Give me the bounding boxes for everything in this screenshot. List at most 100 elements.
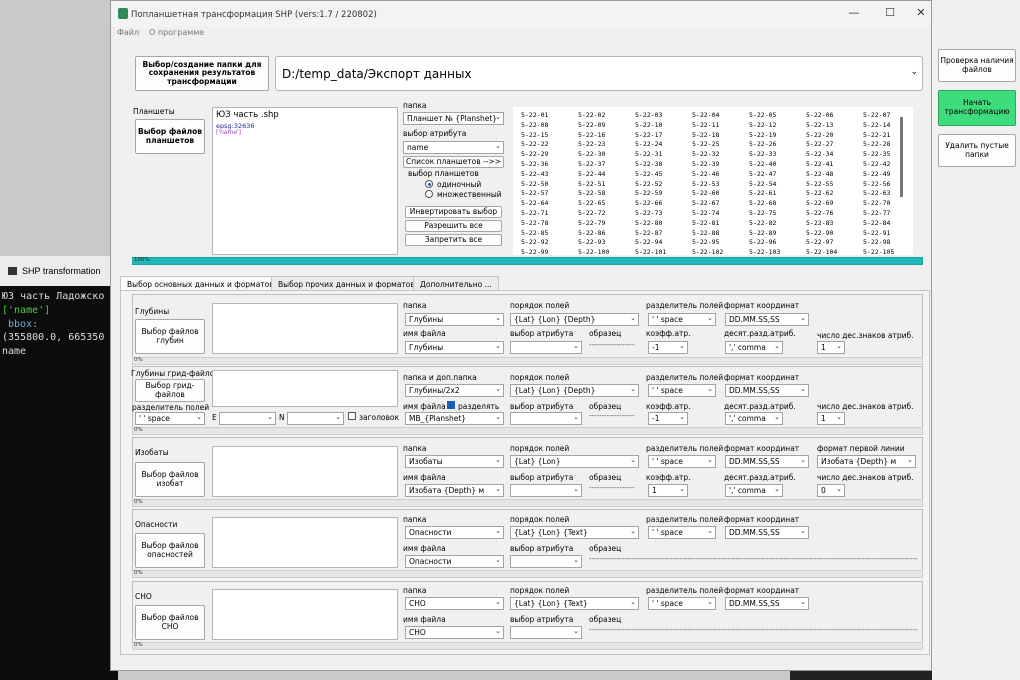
sno-folder-select[interactable]: СНО ⌄	[405, 597, 504, 610]
radio-single[interactable]	[425, 180, 433, 188]
sheet-cell[interactable]: 5-22-72	[578, 209, 605, 217]
isobath-digits-select[interactable]: 0 ⌄	[817, 484, 845, 497]
sheet-cell[interactable]: 5-22-10	[635, 121, 662, 129]
grid-coord-select[interactable]: DD.MM.SS,SS ⌄	[725, 384, 809, 397]
sheet-cell[interactable]: 5-22-73	[635, 209, 662, 217]
sheet-cell[interactable]: 5-22-103	[749, 248, 780, 255]
sheet-cell[interactable]: 5-22-71	[521, 209, 548, 217]
sheet-cell[interactable]: 5-22-35	[863, 150, 890, 158]
sheet-cell[interactable]: 5-22-92	[521, 238, 548, 246]
sheet-cell[interactable]: 5-22-94	[635, 238, 662, 246]
sheet-cell[interactable]: 5-22-03	[635, 111, 662, 119]
sheet-cell[interactable]: 5-22-84	[863, 219, 890, 227]
sheet-cell[interactable]: 5-22-75	[749, 209, 776, 217]
hazard-file-select[interactable]: Опасности ⌄	[405, 555, 504, 568]
sheet-cell[interactable]: 5-22-61	[749, 189, 776, 197]
isobath-attr-select[interactable]: ⌄	[510, 484, 582, 497]
isobath-files-list[interactable]	[212, 446, 398, 497]
sheet-cell[interactable]: 5-22-86	[578, 229, 605, 237]
sheet-cell[interactable]: 5-22-36	[521, 160, 548, 168]
sheet-cell[interactable]: 5-22-29	[521, 150, 548, 158]
isobath-coord-select[interactable]: DD.MM.SS,SS ⌄	[725, 455, 809, 468]
tab-other-data[interactable]: Выбор прочих данных и форматов	[271, 276, 422, 291]
sheet-cell[interactable]: 5-22-43	[521, 170, 548, 178]
depth-folder-select[interactable]: Глубины ⌄	[405, 313, 504, 326]
close-button[interactable]: ✕	[912, 6, 930, 22]
select-sheet-files-button[interactable]: Выбор файлов планшетов	[135, 119, 205, 154]
sno-sep-select[interactable]: ' ' space ⌄	[648, 597, 716, 610]
split-checkbox[interactable]	[447, 401, 455, 409]
sheet-cell[interactable]: 5-22-54	[749, 180, 776, 188]
sheet-cell[interactable]: 5-22-46	[692, 170, 719, 178]
sheet-cell[interactable]: 5-22-37	[578, 160, 605, 168]
sheet-cell[interactable]: 5-22-02	[578, 111, 605, 119]
sheet-list-button[interactable]: Список планшетов -->>	[403, 156, 504, 168]
sno-order-select[interactable]: {Lat} {Lon} {Text} ⌄	[510, 597, 639, 610]
sheet-cell[interactable]: 5-22-14	[863, 121, 890, 129]
sheet-cell[interactable]: 5-22-13	[806, 121, 833, 129]
sheet-cell[interactable]: 5-22-06	[806, 111, 833, 119]
sheet-cell[interactable]: 5-22-21	[863, 131, 890, 139]
sheet-cell[interactable]: 5-22-99	[521, 248, 548, 255]
isobath-sep-select[interactable]: ' ' space ⌄	[648, 455, 716, 468]
sheet-cell[interactable]: 5-22-62	[806, 189, 833, 197]
select-isobath-files-button[interactable]: Выбор файлов изобат	[135, 462, 205, 497]
sheet-cell[interactable]: 5-22-98	[863, 238, 890, 246]
sheet-cell[interactable]: 5-22-95	[692, 238, 719, 246]
sheet-cell[interactable]: 5-22-48	[806, 170, 833, 178]
menu-file[interactable]: Файл	[117, 28, 139, 37]
sheet-cell[interactable]: 5-22-96	[749, 238, 776, 246]
sno-files-list[interactable]	[212, 589, 398, 640]
sheet-cell[interactable]: 5-22-65	[578, 199, 605, 207]
grid-n-select[interactable]: ⌄	[287, 412, 344, 425]
sheet-cell[interactable]: 5-22-58	[578, 189, 605, 197]
sheet-cell[interactable]: 5-22-97	[806, 238, 833, 246]
sheet-cell[interactable]: 5-22-26	[749, 140, 776, 148]
isobath-coef-select[interactable]: 1 ⌄	[648, 484, 688, 497]
tab-main-data[interactable]: Выбор основных данных и форматов	[120, 276, 281, 291]
sheet-cell[interactable]: 5-22-12	[749, 121, 776, 129]
select-depth-files-button[interactable]: Выбор файлов глубин	[135, 319, 205, 354]
allow-all-button[interactable]: Разрешить все	[405, 220, 502, 232]
sheet-cell[interactable]: 5-22-76	[806, 209, 833, 217]
sheet-cell[interactable]: 5-22-32	[692, 150, 719, 158]
sheet-cell[interactable]: 5-22-90	[806, 229, 833, 237]
grid-dec-select[interactable]: ',' comma ⌄	[725, 412, 783, 425]
minimize-button[interactable]: —	[845, 6, 863, 22]
sheet-cell[interactable]: 5-22-55	[806, 180, 833, 188]
grid-folder-select[interactable]: Глубины/2х2 ⌄	[405, 384, 504, 397]
check-files-button[interactable]: Проверка наличия файлов	[938, 49, 1016, 82]
console-tab[interactable]: SHP transformation	[0, 256, 118, 286]
sheet-cell[interactable]: 5-22-22	[521, 140, 548, 148]
start-transform-button[interactable]: Начать трансформацию	[938, 90, 1016, 126]
sheet-cell[interactable]: 5-22-77	[863, 209, 890, 217]
sheet-cell[interactable]: 5-22-23	[578, 140, 605, 148]
sheet-cell[interactable]: 5-22-04	[692, 111, 719, 119]
depth-files-list[interactable]	[212, 303, 398, 354]
sheet-cell[interactable]: 5-22-105	[863, 248, 894, 255]
sheet-cell[interactable]: 5-22-41	[806, 160, 833, 168]
sheet-cell[interactable]: 5-22-42	[863, 160, 890, 168]
hazard-attr-select[interactable]: ⌄	[510, 555, 582, 568]
sheet-cell[interactable]: 5-22-68	[749, 199, 776, 207]
grid-coef-select[interactable]: -1 ⌄	[648, 412, 688, 425]
grid-order-select[interactable]: {Lat} {Lon} {Depth} ⌄	[510, 384, 639, 397]
sheet-cell[interactable]: 5-22-25	[692, 140, 719, 148]
hazard-order-select[interactable]: {Lat} {Lon} {Text} ⌄	[510, 526, 639, 539]
hazard-files-list[interactable]	[212, 517, 398, 568]
sheet-cell[interactable]: 5-22-70	[863, 199, 890, 207]
depth-file-select[interactable]: Глубины ⌄	[405, 341, 504, 354]
isobath-first-line-select[interactable]: Изобата {Depth} м ⌄	[817, 455, 916, 468]
sheet-cell[interactable]: 5-22-28	[863, 140, 890, 148]
sheet-cell[interactable]: 5-22-100	[578, 248, 609, 255]
isobath-folder-select[interactable]: Изобаты ⌄	[405, 455, 504, 468]
depth-digits-select[interactable]: 1 ⌄	[817, 341, 845, 354]
radio-multiple[interactable]	[425, 190, 433, 198]
sheet-cell[interactable]: 5-22-56	[863, 180, 890, 188]
select-grid-files-button[interactable]: Выбор грид-файлов	[135, 379, 205, 402]
sheet-cell[interactable]: 5-22-49	[863, 170, 890, 178]
sheet-cell[interactable]: 5-22-102	[692, 248, 723, 255]
grid-file-select[interactable]: MB_{Planshet} ⌄	[405, 412, 504, 425]
sheet-grid[interactable]: 5-22-01 5-22-08 5-22-15 5-22-22 5-22-29 5-22-…	[513, 107, 913, 255]
sno-file-select[interactable]: СНО ⌄	[405, 626, 504, 639]
